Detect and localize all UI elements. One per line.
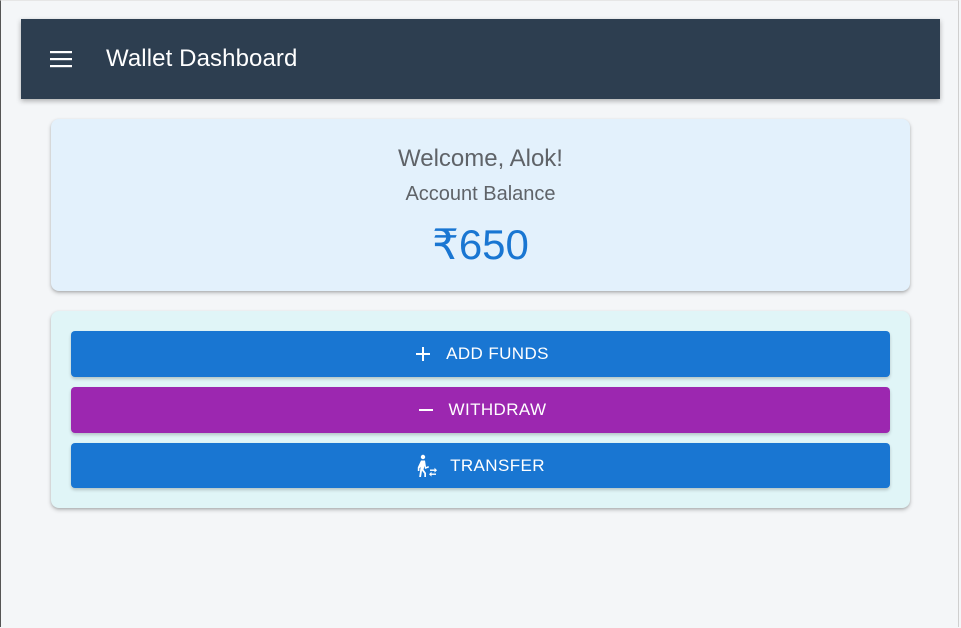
- balance-amount: ₹650: [432, 221, 529, 268]
- transfer-person-icon: [416, 454, 438, 477]
- transfer-label: TRANSFER: [450, 455, 545, 475]
- withdraw-button[interactable]: WITHDRAW: [71, 387, 890, 433]
- actions-card: ADD FUNDS WITHDRAW TRANSFER: [51, 311, 910, 508]
- withdraw-label: WITHDRAW: [448, 400, 547, 419]
- app-bar: Wallet Dashboard: [21, 19, 940, 99]
- add-funds-label: ADD FUNDS: [446, 344, 549, 363]
- menu-button[interactable]: [49, 47, 73, 71]
- page-title: Wallet Dashboard: [106, 45, 298, 72]
- plus-icon: [412, 343, 434, 365]
- balance-label: Account Balance: [405, 183, 556, 205]
- menu-icon: [50, 51, 72, 68]
- minus-icon: [415, 399, 437, 421]
- welcome-message: Welcome, Alok!: [398, 145, 563, 172]
- add-funds-button[interactable]: ADD FUNDS: [71, 331, 890, 377]
- transfer-button[interactable]: TRANSFER: [71, 443, 890, 488]
- balance-card: Welcome, Alok! Account Balance ₹650: [51, 119, 910, 291]
